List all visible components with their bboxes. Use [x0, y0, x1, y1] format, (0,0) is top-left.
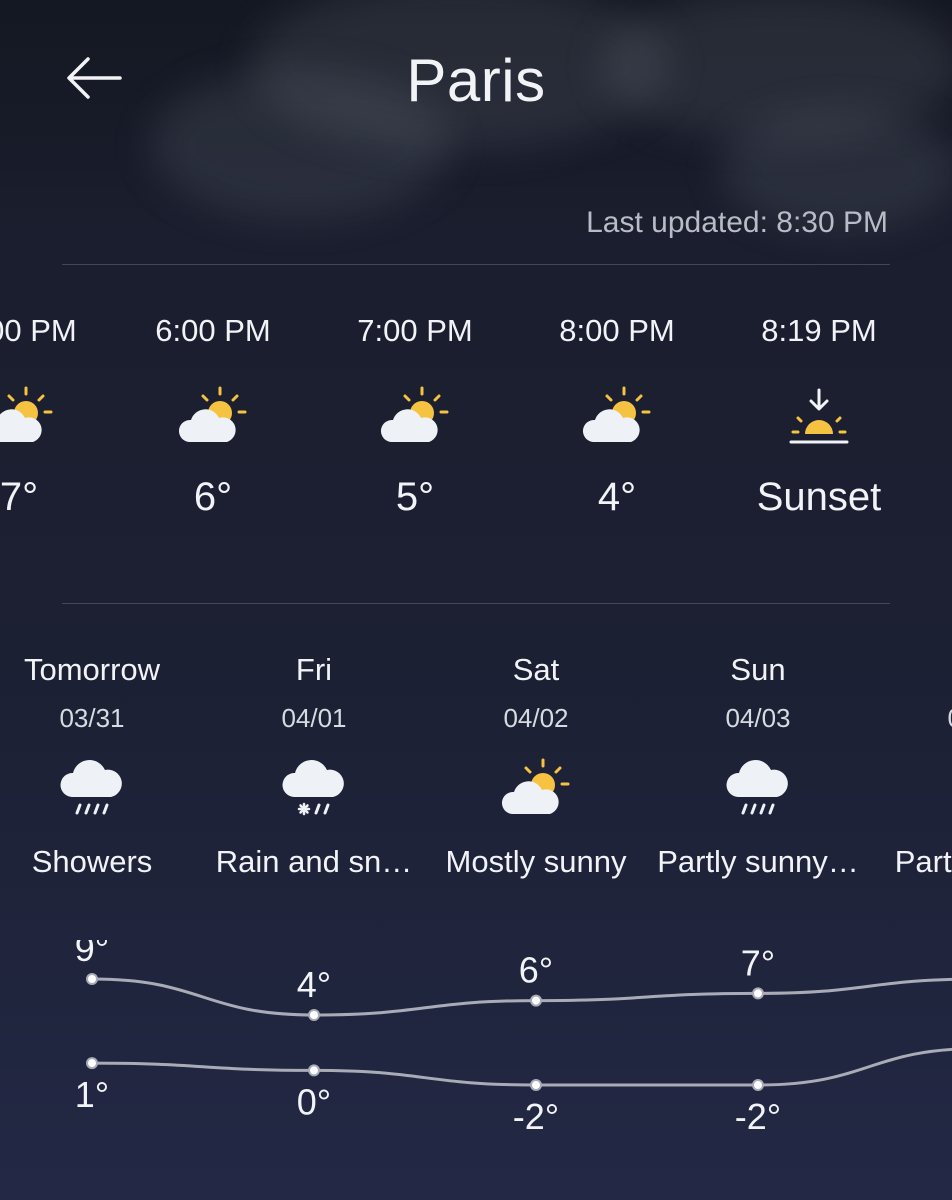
day-name: Fri [295, 652, 333, 687]
day-description: Mostly sunny [445, 844, 627, 879]
sunset-label: Sunset [756, 475, 882, 519]
partly-sunny-icon [380, 386, 449, 442]
hour-temp: 4° [597, 475, 637, 519]
hourly-item: 6:00 PM 6° [113, 300, 313, 522]
low-temp-point [752, 1079, 764, 1091]
showers-icon [60, 760, 122, 815]
daily-item[interactable]: Fri 04/01 Rain and sn… [203, 640, 425, 882]
day-date: 04/04 [869, 700, 952, 736]
low-temp-label: 1° [75, 1074, 109, 1115]
day-description: Rain and sn… [215, 844, 413, 879]
day-date: 04/01 [281, 703, 347, 733]
high-temp-label: 7° [741, 942, 775, 983]
day-description: Partly sunny [894, 844, 952, 879]
temperature-chart: 9° 1° 4° 0° 6° -2° 7° -2° [75, 940, 952, 1137]
day-name: Tomorrow [23, 652, 161, 687]
day-date: 04/03 [725, 703, 791, 733]
partly-sunny-icon [0, 386, 53, 442]
high-temp-label: 9° [75, 940, 109, 969]
low-temp-line [91, 1047, 952, 1087]
day-description: Partly sunny… [657, 844, 859, 879]
high-temp-point [752, 987, 764, 1000]
low-temp-point [530, 1079, 542, 1091]
day-name: Sun [730, 652, 786, 687]
hour-time: 5:00 PM [0, 313, 77, 348]
high-temp-point [308, 1009, 320, 1021]
page-title: Paris [406, 47, 546, 114]
high-temp-point [86, 973, 98, 985]
day-date: 03/31 [59, 703, 125, 733]
low-temp-label: -2° [735, 1096, 781, 1137]
daily-item[interactable]: Sun 04/03 Partly sunny… [647, 640, 869, 882]
daily-item[interactable]: Sat 04/02 Mostly sunny [425, 640, 647, 882]
high-temp-label: 6° [519, 950, 553, 991]
low-temp-point [86, 1057, 98, 1070]
last-updated-text: Last updated: 8:30 PM [586, 206, 888, 239]
sunset-icon [789, 388, 849, 444]
low-temp-label: -2° [513, 1096, 559, 1137]
hourly-item: 8:19 PM Sunset [719, 300, 919, 522]
day-name: Sat [512, 652, 560, 687]
hour-time: 6:00 PM [155, 313, 271, 348]
divider [62, 264, 890, 265]
partly-sunny-icon [582, 386, 651, 442]
low-temp-label: 0° [297, 1081, 331, 1122]
rain-snow-icon [282, 760, 344, 816]
day-name: Mon [869, 640, 952, 700]
daily-item[interactable]: Tomorrow 03/31 Showers [0, 640, 203, 882]
hourly-item: 7:00 PM 5° [315, 300, 515, 522]
partly-sunny-icon [501, 758, 570, 814]
hour-time: 8:00 PM [559, 313, 675, 348]
hourly-item: 8:00 PM 4° [517, 300, 717, 522]
low-temp-point [308, 1064, 320, 1077]
high-temp-label: 4° [297, 964, 331, 1005]
daily-item[interactable]: Mon 04/04 Partly sunny [869, 640, 952, 882]
daily-forecast[interactable]: Tomorrow 03/31 Showers Fri 04/01 Rain an… [0, 640, 952, 900]
hour-temp: 6° [193, 475, 233, 519]
hour-time: 7:00 PM [357, 313, 473, 348]
hourly-forecast[interactable]: 5:00 PM 7° 6:00 PM 6° 7:00 PM 5° 8:00 PM [0, 300, 952, 580]
high-temp-point [530, 994, 542, 1007]
hour-temp: 5° [395, 475, 435, 519]
day-description: Showers [31, 844, 153, 879]
day-date: 04/02 [503, 703, 569, 733]
hourly-item: 5:00 PM 7° [0, 300, 119, 522]
showers-icon [726, 760, 788, 815]
hour-temp: 7° [0, 475, 39, 519]
divider [62, 603, 890, 604]
hour-time: 8:19 PM [761, 313, 877, 348]
partly-sunny-icon [178, 386, 247, 442]
